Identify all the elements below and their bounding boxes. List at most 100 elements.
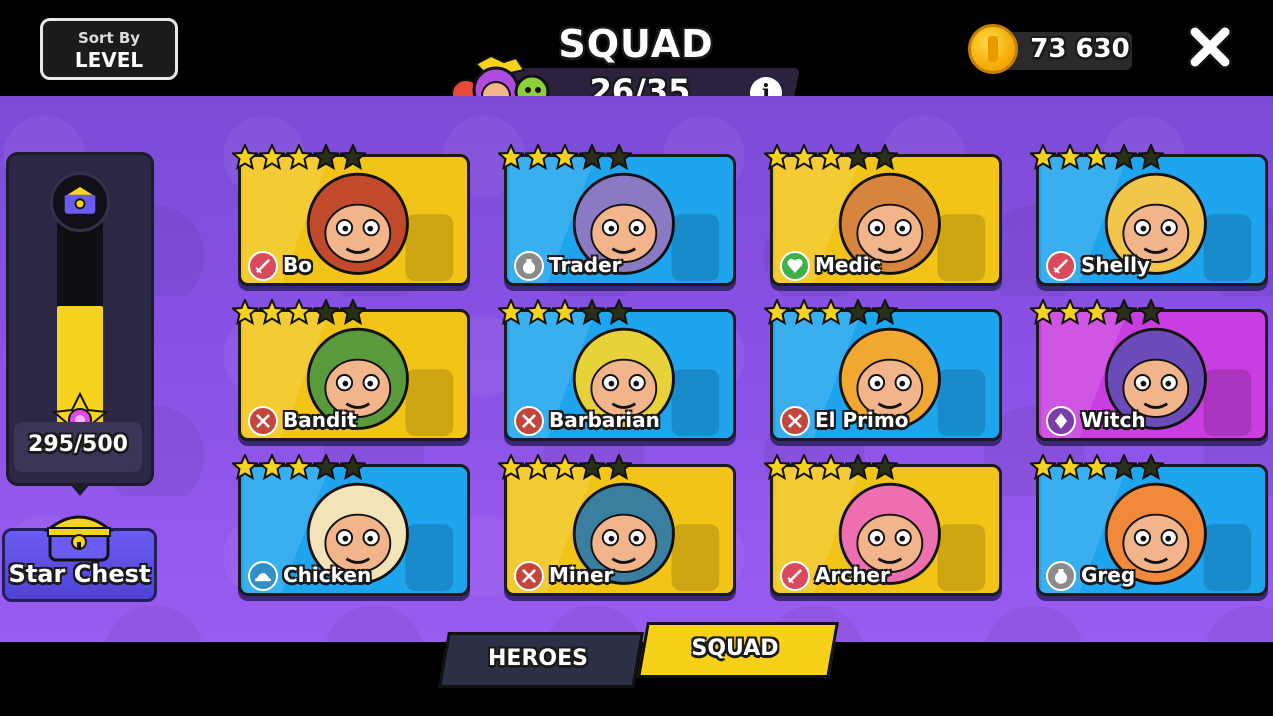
hero-name: Miner bbox=[549, 563, 614, 587]
star-filled-icon bbox=[764, 454, 790, 480]
star-empty-icon bbox=[313, 299, 339, 325]
crossed-swords-icon bbox=[514, 406, 544, 436]
hero-card[interactable]: Archer bbox=[764, 454, 1002, 596]
hero-name: El Primo bbox=[815, 408, 909, 432]
star-rating bbox=[498, 144, 632, 174]
star-empty-icon bbox=[579, 454, 605, 480]
star-filled-icon bbox=[552, 144, 578, 170]
sort-by-value: LEVEL bbox=[74, 48, 144, 72]
star-filled-icon bbox=[498, 144, 524, 170]
star-empty-icon bbox=[340, 299, 366, 325]
crystal-icon bbox=[1046, 406, 1076, 436]
star-filled-icon bbox=[232, 299, 258, 325]
star-filled-icon bbox=[232, 144, 258, 170]
star-chest-label: Star Chest bbox=[8, 560, 151, 588]
star-filled-icon bbox=[498, 299, 524, 325]
crossed-swords-icon bbox=[780, 406, 810, 436]
hero-card[interactable]: Bo bbox=[232, 144, 470, 286]
pointer-arrow bbox=[70, 484, 90, 496]
moneybag-icon bbox=[514, 251, 544, 281]
star-rating bbox=[1030, 144, 1164, 174]
star-filled-icon bbox=[1030, 299, 1056, 325]
star-filled-icon bbox=[1057, 454, 1083, 480]
hero-card[interactable]: Witch bbox=[1030, 299, 1268, 441]
star-filled-icon bbox=[1084, 299, 1110, 325]
star-filled-icon bbox=[525, 454, 551, 480]
hero-card[interactable]: Greg bbox=[1030, 454, 1268, 596]
star-empty-icon bbox=[1138, 454, 1164, 480]
hero-card[interactable]: Medic bbox=[764, 144, 1002, 286]
star-filled-icon bbox=[286, 454, 312, 480]
star-rating bbox=[232, 454, 366, 484]
star-empty-icon bbox=[579, 144, 605, 170]
star-empty-icon bbox=[1111, 454, 1137, 480]
star-empty-icon bbox=[606, 144, 632, 170]
star-empty-icon bbox=[1111, 144, 1137, 170]
sort-by-button[interactable]: Sort By LEVEL bbox=[40, 18, 178, 80]
star-filled-icon bbox=[1084, 144, 1110, 170]
star-filled-icon bbox=[259, 144, 285, 170]
chest-badge-icon bbox=[50, 172, 110, 232]
hero-card[interactable]: El Primo bbox=[764, 299, 1002, 441]
hero-name: Medic bbox=[815, 253, 882, 277]
star-empty-icon bbox=[872, 454, 898, 480]
progress-label: 295/500 bbox=[28, 432, 128, 457]
hero-card[interactable]: Bandit bbox=[232, 299, 470, 441]
hero-name: Shelly bbox=[1081, 253, 1150, 277]
hero-name: Witch bbox=[1081, 408, 1146, 432]
star-filled-icon bbox=[1030, 144, 1056, 170]
star-chest-icon bbox=[43, 515, 115, 562]
close-icon[interactable] bbox=[1187, 24, 1233, 70]
star-empty-icon bbox=[1138, 144, 1164, 170]
star-filled-icon bbox=[286, 144, 312, 170]
star-rating bbox=[764, 299, 898, 329]
star-empty-icon bbox=[340, 144, 366, 170]
star-filled-icon bbox=[791, 144, 817, 170]
star-filled-icon bbox=[259, 299, 285, 325]
moneybag-icon bbox=[1046, 561, 1076, 591]
star-empty-icon bbox=[1111, 299, 1137, 325]
star-filled-icon bbox=[764, 299, 790, 325]
star-empty-icon bbox=[340, 454, 366, 480]
star-filled-icon bbox=[232, 454, 258, 480]
star-empty-icon bbox=[579, 299, 605, 325]
hero-card[interactable]: Miner bbox=[498, 454, 736, 596]
hero-card[interactable]: Barbarian bbox=[498, 299, 736, 441]
coin-icon bbox=[968, 24, 1018, 74]
star-filled-icon bbox=[498, 454, 524, 480]
heart-icon bbox=[780, 251, 810, 281]
hero-name: Greg bbox=[1081, 563, 1136, 587]
star-filled-icon bbox=[791, 454, 817, 480]
star-filled-icon bbox=[764, 144, 790, 170]
star-empty-icon bbox=[872, 299, 898, 325]
star-rating bbox=[764, 144, 898, 174]
hero-card[interactable]: Shelly bbox=[1030, 144, 1268, 286]
hat-icon bbox=[248, 561, 278, 591]
crossed-swords-icon bbox=[248, 406, 278, 436]
star-rating bbox=[1030, 299, 1164, 329]
star-empty-icon bbox=[606, 454, 632, 480]
coin-count: 73 630 bbox=[1030, 34, 1130, 64]
star-filled-icon bbox=[259, 454, 285, 480]
star-filled-icon bbox=[791, 299, 817, 325]
star-empty-icon bbox=[1138, 299, 1164, 325]
star-filled-icon bbox=[1057, 299, 1083, 325]
hero-card[interactable]: Chicken bbox=[232, 454, 470, 596]
star-filled-icon bbox=[525, 144, 551, 170]
hero-card[interactable]: Trader bbox=[498, 144, 736, 286]
hero-name: Trader bbox=[549, 253, 622, 277]
tab-heroes-label: HEROES bbox=[488, 646, 588, 671]
star-filled-icon bbox=[1084, 454, 1110, 480]
sort-by-label: Sort By bbox=[77, 29, 141, 47]
page-title: SQUAD bbox=[558, 22, 714, 66]
star-filled-icon bbox=[552, 299, 578, 325]
hero-name: Barbarian bbox=[549, 408, 660, 432]
hero-name: Archer bbox=[815, 563, 890, 587]
star-rating bbox=[764, 454, 898, 484]
star-empty-icon bbox=[606, 299, 632, 325]
hero-name: Bandit bbox=[283, 408, 357, 432]
star-rating bbox=[498, 299, 632, 329]
star-filled-icon bbox=[818, 454, 844, 480]
star-empty-icon bbox=[872, 144, 898, 170]
star-rating bbox=[232, 299, 366, 329]
